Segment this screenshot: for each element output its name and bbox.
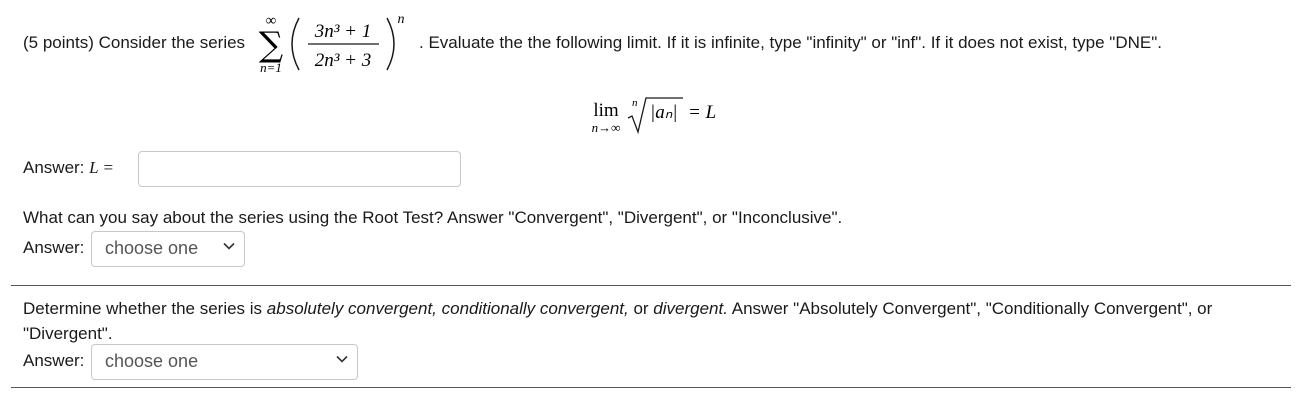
problem-intro: (5 points) Consider the series — [23, 33, 246, 52]
classification-q-mid: or — [628, 299, 654, 318]
series-formula: ∞ ∑ n=1 3n³ + 1 2n³ + 3 n — [259, 12, 405, 75]
fraction-numerator: 3n³ + 1 — [314, 21, 372, 42]
answer-l-variable: L = — [89, 158, 115, 177]
answer-l-label: Answer: L = — [23, 158, 114, 178]
answer-label-text: Answer: — [23, 158, 85, 177]
limit-answer-input[interactable] — [138, 151, 461, 187]
root-index: n — [632, 97, 638, 109]
chevron-down-icon — [223, 242, 235, 250]
lim-subscript: n→∞ — [592, 120, 621, 135]
exponent: n — [398, 12, 405, 27]
classification-select[interactable]: choose one — [91, 344, 358, 380]
sigma-symbol: ∑ — [259, 25, 283, 65]
root-test-answer-label: Answer: — [23, 238, 85, 257]
section-divider — [11, 285, 1291, 286]
classification-q-prefix: Determine whether the series is — [23, 299, 267, 318]
limit-formula: lim n→∞ n |aₙ| = L — [592, 97, 717, 135]
right-paren — [386, 17, 395, 71]
limit-rhs: = L — [688, 102, 716, 123]
root-test-question: What can you say about the series using … — [23, 208, 843, 227]
classification-q-emphasis-2: divergent. — [653, 299, 728, 318]
problem-instruction: . Evaluate the the following limit. If i… — [419, 33, 1162, 52]
root-test-selected-value: choose one — [105, 238, 199, 258]
chevron-down-icon — [336, 355, 348, 363]
sum-lower-limit: n=1 — [260, 60, 282, 75]
lim-text: lim — [593, 100, 619, 121]
radicand: |aₙ| — [650, 102, 678, 123]
classification-q-emphasis-1: absolutely convergent, conditionally con… — [266, 299, 629, 318]
fraction-denominator: 2n³ + 3 — [315, 50, 372, 71]
root-test-select[interactable]: choose one — [91, 231, 245, 267]
classification-selected-value: choose one — [105, 351, 199, 371]
section-divider-bottom — [11, 387, 1291, 388]
classification-answer-label: Answer: — [23, 351, 85, 370]
classification-question: Determine whether the series is absolute… — [23, 296, 1283, 346]
left-paren — [291, 17, 300, 71]
